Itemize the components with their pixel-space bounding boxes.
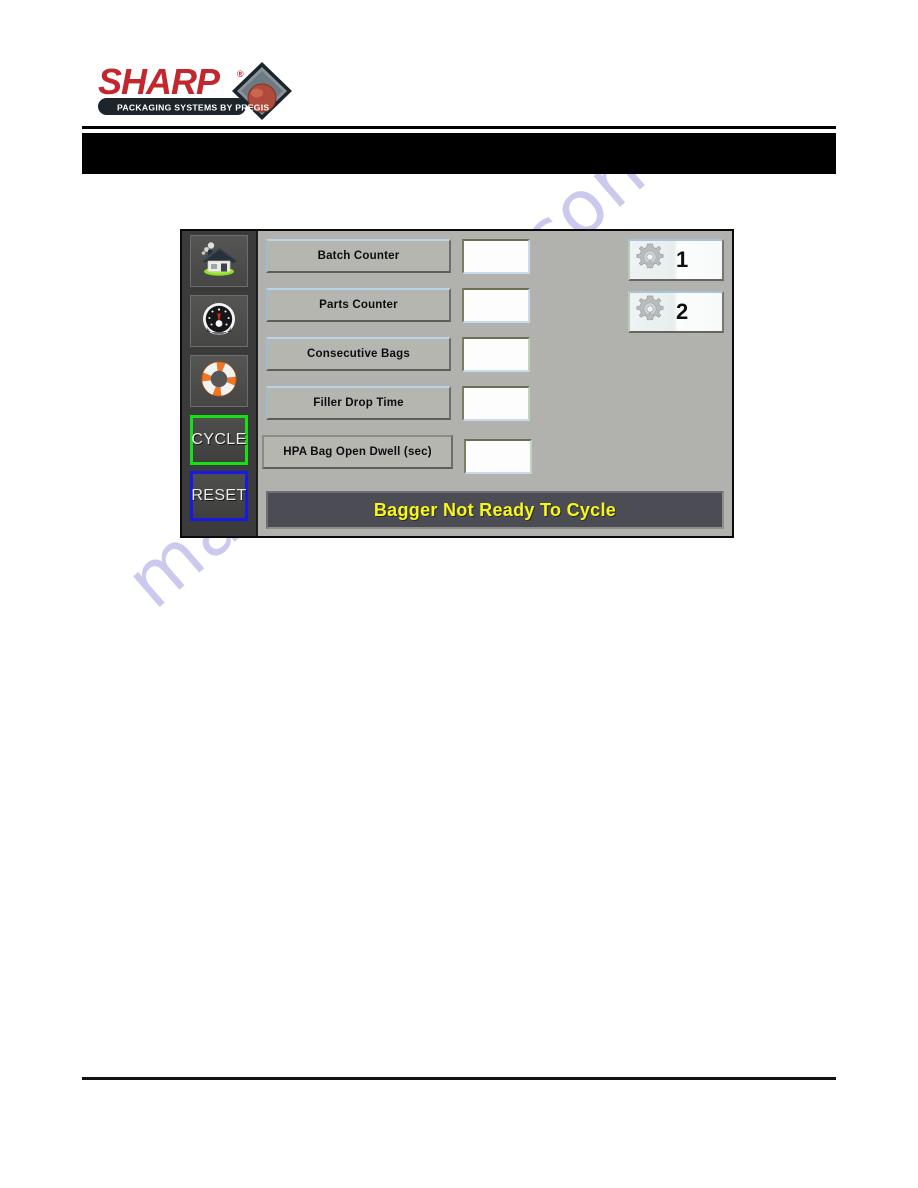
parameter-input-batch-counter[interactable] bbox=[462, 239, 530, 274]
hmi-sidebar: CYCLE RESET bbox=[182, 231, 258, 536]
cycle-button[interactable]: CYCLE bbox=[190, 415, 248, 465]
parameter-input-hpa-bag-open-dwell[interactable] bbox=[464, 439, 532, 474]
recipe-buttons: 1 2 bbox=[628, 239, 724, 343]
parameter-label-hpa-bag-open-dwell[interactable]: HPA Bag Open Dwell (sec) bbox=[262, 435, 453, 469]
header-black-bar bbox=[82, 133, 836, 174]
sharp-logo: SHARP ® PACKAGING SYSTEMS BY PREGIS bbox=[97, 60, 293, 122]
svg-text:PACKAGING SYSTEMS BY PREGIS: PACKAGING SYSTEMS BY PREGIS bbox=[117, 103, 269, 113]
sidebar-item-home[interactable] bbox=[190, 235, 248, 287]
sidebar-item-diagnostics[interactable] bbox=[190, 295, 248, 347]
reset-button-label: RESET bbox=[191, 487, 247, 504]
footer-rule bbox=[82, 1077, 836, 1080]
status-badge: Bagger Not Ready To Cycle bbox=[373, 499, 617, 520]
hmi-main-area: Batch Counter Parts Counter Consecutive … bbox=[258, 231, 732, 536]
recipe-button-2-label: 2 bbox=[676, 299, 689, 324]
header-top-rule bbox=[82, 126, 836, 129]
recipe-button-2[interactable]: 2 bbox=[628, 291, 724, 333]
parameter-label-batch-counter[interactable]: Batch Counter bbox=[266, 239, 451, 273]
parameter-input-filler-drop-time[interactable] bbox=[462, 386, 530, 421]
parameter-label-consecutive-bags[interactable]: Consecutive Bags bbox=[266, 337, 451, 371]
svg-text:®: ® bbox=[237, 69, 244, 79]
parameter-label-filler-drop-time[interactable]: Filler Drop Time bbox=[266, 386, 451, 420]
lifering-icon bbox=[200, 360, 238, 403]
table-row: HPA Bag Open Dwell (sec) bbox=[262, 435, 724, 475]
parameter-input-consecutive-bags[interactable] bbox=[462, 337, 530, 372]
recipe-button-1[interactable]: 1 bbox=[628, 239, 724, 281]
table-row: Consecutive Bags bbox=[266, 337, 724, 377]
gauge-icon bbox=[201, 301, 237, 342]
recipe-button-1-label: 1 bbox=[676, 247, 689, 272]
parameter-label-parts-counter[interactable]: Parts Counter bbox=[266, 288, 451, 322]
svg-text:SHARP: SHARP bbox=[98, 61, 221, 102]
status-bar: Bagger Not Ready To Cycle bbox=[266, 491, 724, 529]
sharp-logo-graphic: SHARP ® PACKAGING SYSTEMS BY PREGIS bbox=[98, 61, 292, 120]
table-row: Filler Drop Time bbox=[266, 386, 724, 426]
hmi-screen: CYCLE RESET Batch Counter Parts Counter … bbox=[180, 229, 734, 538]
sidebar-item-help[interactable] bbox=[190, 355, 248, 407]
gear-icon bbox=[634, 242, 666, 279]
gear-icon bbox=[634, 294, 666, 331]
cycle-button-label: CYCLE bbox=[191, 431, 247, 448]
house-icon bbox=[199, 241, 239, 282]
parameter-input-parts-counter[interactable] bbox=[462, 288, 530, 323]
reset-button[interactable]: RESET bbox=[190, 471, 248, 521]
